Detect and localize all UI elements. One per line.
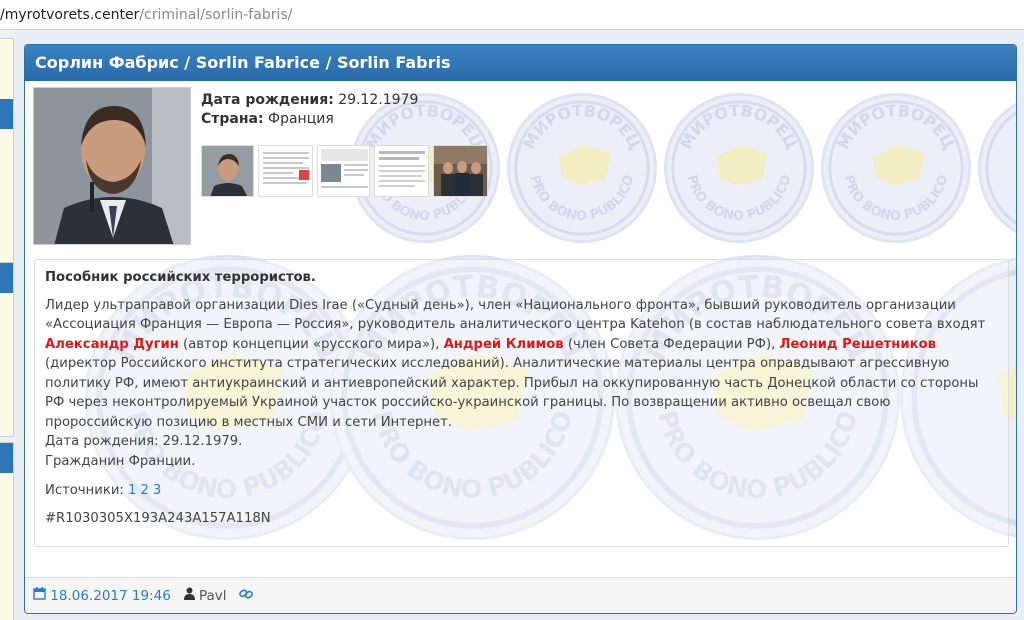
post-date: 18.06.2017 19:46	[50, 588, 171, 604]
person-link-reshetnikov[interactable]: Леонид Решетников	[780, 337, 936, 352]
source-link-3[interactable]: 3	[153, 483, 161, 498]
citizen-line: Гражданин Франции.	[45, 453, 196, 469]
profile-title: Сорлин Фабрис / Sorlin Fabrice / Sorlin …	[25, 45, 1016, 81]
watermark-seal-icon	[978, 93, 1016, 243]
person-link-dugin[interactable]: Александр Дугин	[45, 337, 179, 352]
person-link-klimov[interactable]: Андрей Климов	[444, 337, 564, 352]
thumbnail-gallery	[201, 145, 488, 197]
birth-value: 29.12.1979	[338, 92, 419, 108]
source-link-2[interactable]: 2	[140, 483, 148, 498]
sidebar-panel	[0, 38, 14, 268]
url-host: /myrotvorets.center	[0, 7, 140, 23]
profile-photo[interactable]	[33, 87, 191, 245]
birth-line: Дата рождения: 29.12.1979.	[45, 434, 243, 449]
svg-text:МИРОТВОРЕЦ: МИРОТВОРЕЦ	[833, 101, 958, 153]
country-value: Франция	[268, 111, 334, 127]
svg-text:МИРОТВОРЕЦ: МИРОТВОРЕЦ	[676, 101, 801, 153]
calendar-icon	[33, 578, 46, 613]
watermark-seal-icon: МИРОТВОРЕЦPRO BONO PUBLICO	[664, 93, 814, 243]
profile-card: Сорлин Фабрис / Sorlin Fabrice / Sorlin …	[24, 44, 1017, 614]
address-bar[interactable]: /myrotvorets.center/criminal/sorlin-fabr…	[0, 0, 1024, 30]
sidebar-panel	[0, 262, 14, 437]
record-hash: #R1030305X193A243A157A118N	[45, 510, 271, 526]
description-text: Лидер ультраправой организации Dies Irae…	[45, 297, 986, 430]
user-icon	[183, 578, 195, 613]
country-label: Страна:	[201, 111, 264, 127]
description-heading: Пособник российских террористов.	[45, 270, 316, 285]
sidebar-panel	[0, 442, 14, 620]
permalink-icon[interactable]	[239, 578, 254, 613]
watermark-seal-icon: МИРОТВОРЕЦPRO BONO PUBLICO	[821, 93, 971, 243]
gallery-thumbnail[interactable]	[201, 145, 254, 197]
gallery-thumbnail[interactable]	[258, 145, 313, 197]
sources-line: Источники: 123	[45, 481, 998, 501]
card-footer: 18.06.2017 19:46 Pavl	[25, 577, 1016, 613]
gallery-thumbnail[interactable]	[374, 145, 429, 197]
sources-label: Источники:	[45, 483, 124, 498]
gallery-thumbnail[interactable]	[317, 145, 370, 197]
profile-info: Дата рождения: 29.12.1979 Страна: Франци…	[201, 91, 418, 129]
left-sidebar	[0, 30, 14, 620]
birth-label: Дата рождения:	[201, 92, 334, 108]
source-link-1[interactable]: 1	[128, 483, 136, 498]
description-panel: Пособник российских террористов. Лидер у…	[34, 259, 1009, 547]
gallery-thumbnail[interactable]	[433, 145, 488, 197]
post-author[interactable]: Pavl	[199, 588, 227, 604]
svg-text:МИРОТВОРЕЦ: МИРОТВОРЕЦ	[519, 101, 644, 153]
url-path: /criminal/sorlin-fabris/	[139, 7, 293, 23]
watermark-seal-icon: МИРОТВОРЕЦPRO BONO PUBLICO	[507, 93, 657, 243]
